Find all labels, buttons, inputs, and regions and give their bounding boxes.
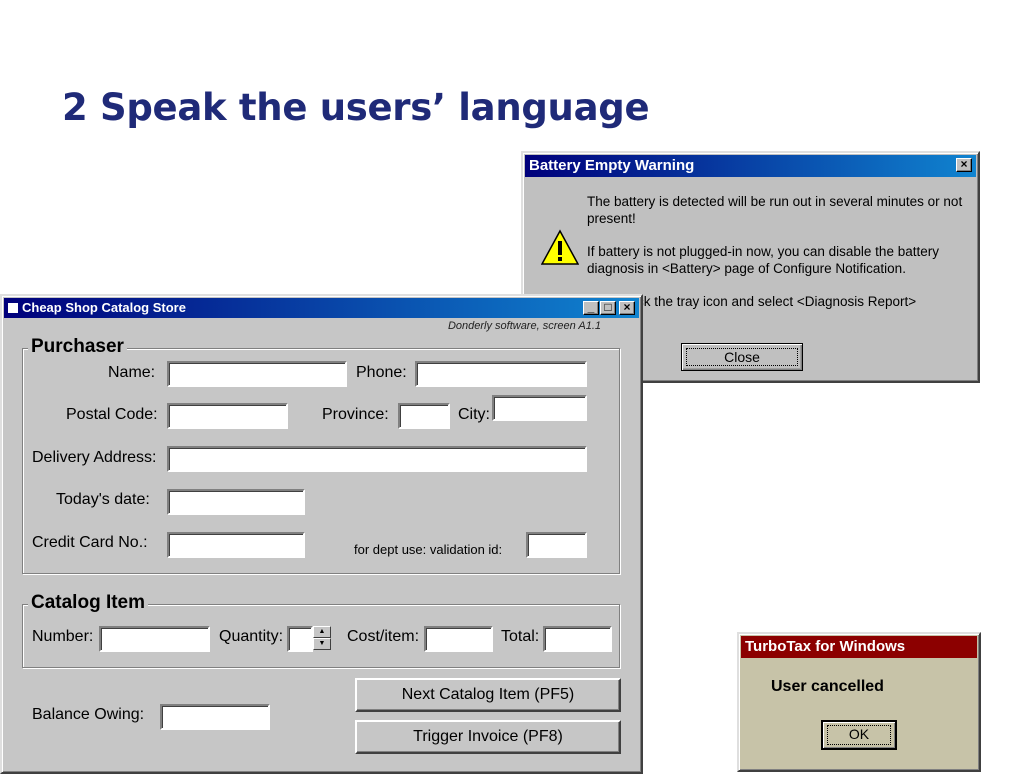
- phone-field[interactable]: [415, 361, 587, 387]
- stepper-down-icon[interactable]: ▼: [313, 638, 331, 650]
- shop-titlebar[interactable]: Cheap Shop Catalog Store _ □ ×: [4, 298, 639, 318]
- battery-dialog-title: Battery Empty Warning: [529, 157, 695, 174]
- quantity-field[interactable]: [287, 626, 313, 652]
- close-icon[interactable]: ×: [619, 301, 635, 315]
- battery-message-1: The battery is detected will be run out …: [587, 194, 963, 226]
- purchaser-group-label: Purchaser: [28, 336, 127, 358]
- stepper-up-icon[interactable]: ▲: [313, 626, 331, 638]
- number-field[interactable]: [99, 626, 210, 652]
- minimize-icon[interactable]: _: [583, 301, 599, 315]
- postal-code-label: Postal Code:: [66, 406, 158, 423]
- quantity-stepper[interactable]: ▲ ▼: [313, 626, 331, 650]
- delivery-address-label: Delivery Address:: [32, 449, 157, 466]
- quantity-label: Quantity:: [219, 628, 284, 645]
- app-icon: [8, 303, 18, 313]
- slide-title: 2 Speak the users’ language: [62, 86, 650, 129]
- todays-date-label: Today's date:: [56, 491, 150, 508]
- close-icon[interactable]: ×: [956, 158, 972, 172]
- shop-title: Cheap Shop Catalog Store: [22, 300, 186, 315]
- turbotax-dialog: TurboTax for Windows User cancelled OK: [737, 632, 981, 772]
- postal-code-field[interactable]: [167, 403, 288, 429]
- province-field[interactable]: [398, 403, 450, 429]
- turbotax-message: User cancelled: [771, 678, 884, 695]
- credit-card-label: Credit Card No.:: [32, 534, 148, 551]
- battery-message-2: If battery is not plugged-in now, you ca…: [587, 244, 939, 276]
- cost-item-label: Cost/item:: [347, 628, 420, 645]
- city-field[interactable]: [492, 395, 587, 421]
- turbotax-titlebar[interactable]: TurboTax for Windows: [741, 636, 977, 658]
- credit-text: Donderly software, screen A1.1: [447, 320, 601, 332]
- delivery-address-field[interactable]: [167, 446, 587, 472]
- total-label: Total:: [501, 628, 540, 645]
- trigger-invoice-button[interactable]: Trigger Invoice (PF8): [355, 720, 621, 754]
- ok-button[interactable]: OK: [821, 720, 897, 750]
- maximize-icon[interactable]: □: [600, 301, 616, 315]
- todays-date-field[interactable]: [167, 489, 305, 515]
- number-label: Number:: [32, 628, 94, 645]
- shop-window: Cheap Shop Catalog Store _ □ × Donderly …: [0, 294, 643, 774]
- city-label: City:: [458, 406, 490, 423]
- battery-message-3: ck the tray icon and select <Diagnosis R…: [637, 294, 917, 309]
- validation-id-label: for dept use: validation id:: [354, 542, 503, 557]
- province-label: Province:: [322, 406, 389, 423]
- phone-label: Phone:: [356, 364, 407, 381]
- name-field[interactable]: [167, 361, 347, 387]
- total-field[interactable]: [543, 626, 612, 652]
- warning-icon: [541, 229, 579, 265]
- close-button[interactable]: Close: [681, 343, 803, 371]
- catalog-item-group-label: Catalog Item: [28, 592, 149, 614]
- balance-owing-field[interactable]: [160, 704, 270, 730]
- balance-owing-label: Balance Owing:: [32, 706, 145, 723]
- validation-id-field[interactable]: [526, 532, 587, 558]
- cost-item-field[interactable]: [424, 626, 493, 652]
- turbotax-title: TurboTax for Windows: [745, 638, 906, 655]
- name-label: Name:: [108, 364, 156, 381]
- credit-card-field[interactable]: [167, 532, 305, 558]
- next-catalog-item-button[interactable]: Next Catalog Item (PF5): [355, 678, 621, 712]
- battery-dialog-titlebar[interactable]: Battery Empty Warning ×: [525, 155, 976, 177]
